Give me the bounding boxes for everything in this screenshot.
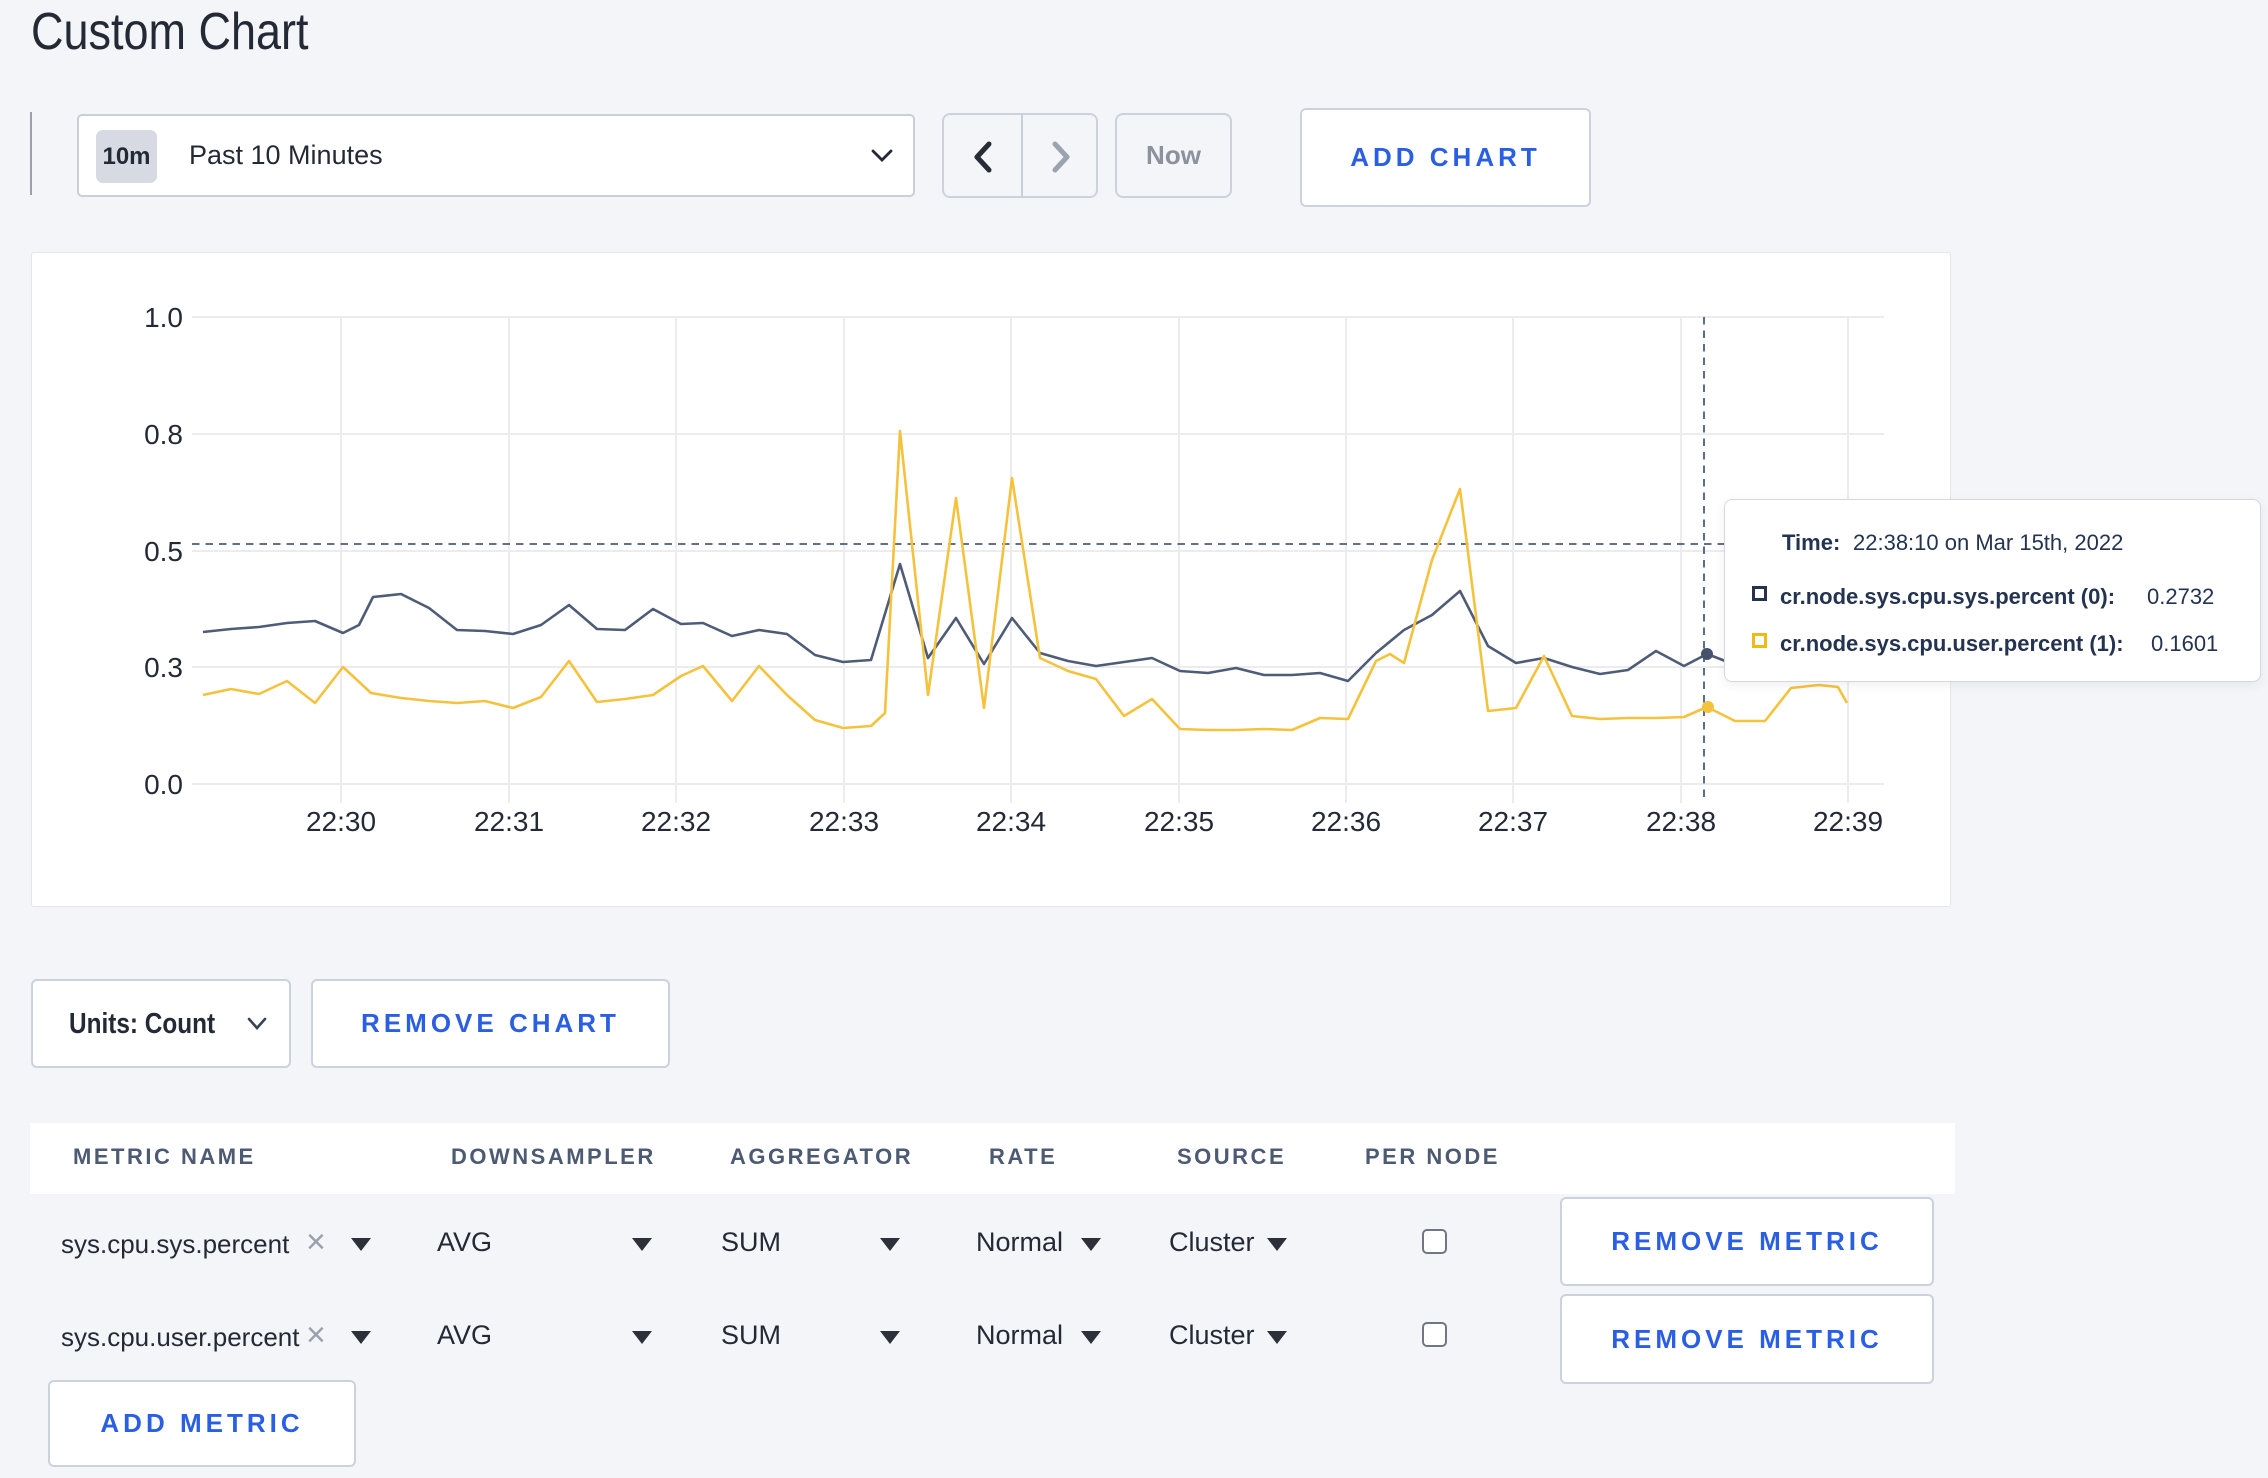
svg-text:22:30: 22:30 (306, 806, 376, 837)
svg-text:22:38: 22:38 (1646, 806, 1716, 837)
svg-text:22:31: 22:31 (474, 806, 544, 837)
svg-text:0.3: 0.3 (144, 652, 183, 683)
svg-text:0.5: 0.5 (144, 536, 183, 567)
svg-text:22:32: 22:32 (641, 806, 711, 837)
svg-text:22:35: 22:35 (1144, 806, 1214, 837)
svg-text:0.8: 0.8 (144, 419, 183, 450)
svg-text:22:37: 22:37 (1478, 806, 1548, 837)
svg-text:22:34: 22:34 (976, 806, 1046, 837)
svg-text:22:39: 22:39 (1813, 806, 1883, 837)
svg-text:22:33: 22:33 (809, 806, 879, 837)
svg-text:0.0: 0.0 (144, 769, 183, 800)
svg-text:22:36: 22:36 (1311, 806, 1381, 837)
svg-text:1.0: 1.0 (144, 302, 183, 333)
